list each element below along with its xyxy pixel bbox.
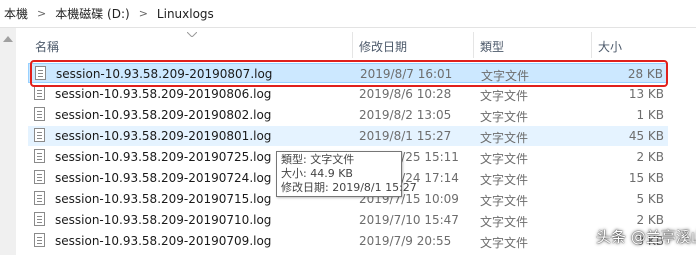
column-header-size[interactable]: 大小 (598, 38, 622, 55)
sort-chevron-icon (187, 32, 197, 37)
file-size: 2 KB (636, 213, 664, 227)
file-date: 2019/8/1 15:27 (359, 129, 452, 143)
text-file-icon (34, 149, 45, 163)
file-row[interactable]: session-10.93.58.209-20190802.log 2019/8… (28, 105, 668, 125)
column-header-type[interactable]: 類型 (480, 38, 504, 55)
vertical-scrollbar[interactable] (0, 28, 16, 255)
file-type: 文字文件 (480, 194, 529, 208)
file-row[interactable]: session-10.93.58.209-20190710.log 2019/7… (28, 210, 668, 230)
breadcrumb-this-pc[interactable]: 本機 (4, 5, 28, 22)
tooltip-type: 類型: 文字文件 (281, 153, 355, 166)
breadcrumb-local-disk-d[interactable]: 本機磁碟 (D:) (55, 5, 129, 22)
file-row[interactable]: session-10.93.58.209-20190709.log 2019/7… (28, 231, 668, 251)
breadcrumb: 本機 > 本機磁碟 (D:) > Linuxlogs (0, 0, 696, 28)
file-size: 13 KB (628, 87, 664, 101)
file-name: session-10.93.58.209-20190806.log (55, 87, 272, 101)
file-size: 1 KB (636, 108, 664, 122)
file-type: 文字文件 (480, 215, 529, 229)
file-date: 2019/8/2 13:05 (359, 108, 452, 122)
column-header-row: 名稱 修改日期 類型 大小 (0, 28, 696, 60)
text-file-icon (34, 212, 45, 226)
file-date: 2019/8/6 10:28 (359, 87, 452, 101)
chevron-right-icon[interactable]: > (139, 7, 148, 20)
file-name: session-10.93.58.209-20190715.log (55, 192, 272, 206)
file-type: 文字文件 (480, 110, 529, 124)
text-file-icon (34, 233, 45, 247)
file-size: 2 KB (636, 150, 664, 164)
file-type: 文字文件 (480, 236, 529, 250)
chevron-right-icon[interactable]: > (37, 7, 46, 20)
file-size: 28 KB (627, 67, 663, 81)
file-row[interactable]: session-10.93.58.209-20190807.log 2019/8… (28, 63, 668, 83)
file-row[interactable]: session-10.93.58.209-20190806.log 2019/8… (28, 84, 668, 104)
file-type: 文字文件 (480, 131, 529, 145)
text-file-icon (34, 107, 45, 121)
column-divider[interactable] (473, 32, 474, 58)
tooltip-size: 大小: 44.9 KB (281, 167, 353, 180)
file-type: 文字文件 (480, 89, 529, 103)
file-name: session-10.93.58.209-20190801.log (55, 129, 272, 143)
file-date: 2019/8/7 16:01 (360, 67, 453, 81)
text-file-icon (34, 170, 45, 184)
file-size: 45 KB (628, 129, 664, 143)
column-header-name[interactable]: 名稱 (35, 38, 59, 55)
tooltip-date: 修改日期: 2019/8/1 15:27 (281, 181, 417, 194)
file-name: session-10.93.58.209-20190709.log (55, 234, 272, 248)
file-name: session-10.93.58.209-20190710.log (55, 213, 272, 227)
file-date: 2019/7/10 15:47 (359, 213, 459, 227)
column-header-date[interactable]: 修改日期 (359, 38, 407, 55)
file-name: session-10.93.58.209-20190724.log (55, 171, 272, 185)
file-name: session-10.93.58.209-20190725.log (55, 150, 272, 164)
file-size: 5 KB (636, 192, 664, 206)
column-divider[interactable] (591, 32, 592, 58)
file-type: 文字文件 (480, 173, 529, 187)
text-file-icon (34, 191, 45, 205)
file-type: 文字文件 (481, 69, 530, 83)
file-type: 文字文件 (480, 152, 529, 166)
file-info-tooltip: 類型: 文字文件 大小: 44.9 KB 修改日期: 2019/8/1 15:2… (276, 151, 417, 197)
file-date: 2019/7/9 20:55 (359, 234, 452, 248)
column-divider[interactable] (352, 32, 353, 58)
breadcrumb-linuxlogs[interactable]: Linuxlogs (157, 7, 214, 21)
text-file-icon (34, 86, 45, 100)
text-file-icon (35, 66, 46, 80)
watermark-text: 头条 @兰亭溪山 (596, 228, 696, 246)
file-size: 15 KB (628, 171, 664, 185)
file-name: session-10.93.58.209-20190802.log (55, 108, 272, 122)
text-file-icon (34, 128, 45, 142)
file-row[interactable]: session-10.93.58.209-20190801.log 2019/8… (28, 126, 668, 146)
file-name: session-10.93.58.209-20190807.log (56, 67, 273, 81)
